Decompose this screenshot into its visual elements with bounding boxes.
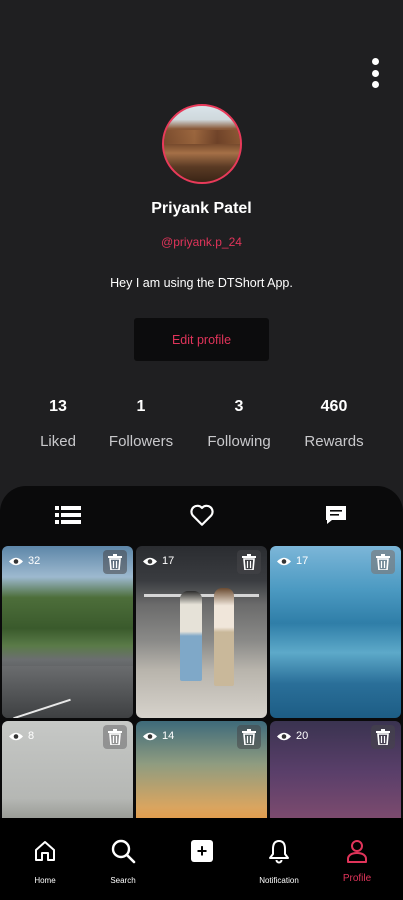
search-icon bbox=[111, 839, 136, 864]
tab-videos[interactable] bbox=[54, 502, 82, 528]
stat-rewards[interactable]: 460 Rewards bbox=[296, 398, 372, 450]
user-icon bbox=[347, 840, 367, 863]
eye-icon bbox=[143, 732, 157, 740]
video-thumbnail[interactable]: 32 bbox=[2, 546, 133, 718]
tab-liked[interactable] bbox=[188, 502, 216, 528]
view-count-value: 17 bbox=[162, 555, 175, 567]
nav-label: Home bbox=[34, 876, 56, 885]
nav-label: Search bbox=[110, 876, 136, 885]
stat-value: 13 bbox=[49, 398, 67, 415]
bottom-navigation: Home Search + Notification Profile bbox=[0, 818, 403, 900]
stat-label: Followers bbox=[108, 433, 174, 450]
view-count-value: 17 bbox=[296, 555, 309, 567]
trash-icon bbox=[376, 554, 390, 570]
message-icon bbox=[326, 506, 346, 524]
eye-icon bbox=[9, 557, 23, 565]
trash-icon bbox=[242, 729, 256, 745]
stat-value: 460 bbox=[320, 398, 348, 415]
delete-button[interactable] bbox=[103, 725, 127, 749]
stat-label: Following bbox=[207, 433, 271, 450]
delete-button[interactable] bbox=[237, 725, 261, 749]
view-count-value: 32 bbox=[28, 555, 41, 567]
trash-icon bbox=[242, 554, 256, 570]
stat-liked[interactable]: 13 Liked bbox=[22, 398, 94, 450]
nav-label: Notification bbox=[259, 876, 299, 885]
view-count-value: 8 bbox=[28, 730, 35, 742]
list-icon bbox=[55, 506, 81, 524]
profile-stats: 13 Liked 1 Followers 3 Following 460 Rew… bbox=[0, 398, 403, 458]
avatar[interactable] bbox=[162, 104, 242, 184]
edit-profile-button[interactable]: Edit profile bbox=[134, 318, 269, 361]
delete-button[interactable] bbox=[371, 550, 395, 574]
nav-notification[interactable]: Notification bbox=[244, 836, 314, 885]
bell-icon bbox=[269, 840, 289, 864]
plus-icon: + bbox=[191, 840, 213, 862]
nav-profile[interactable]: Profile bbox=[322, 836, 392, 884]
eye-icon bbox=[277, 732, 291, 740]
stat-value: 1 bbox=[136, 398, 146, 415]
profile-handle: @priyank.p_24 bbox=[161, 235, 242, 249]
stat-label: Liked bbox=[40, 433, 76, 450]
view-count: 32 bbox=[8, 555, 40, 567]
delete-button[interactable] bbox=[237, 550, 261, 574]
dot bbox=[371, 69, 379, 77]
dot bbox=[371, 81, 379, 88]
view-count: 14 bbox=[142, 730, 174, 742]
heart-icon bbox=[190, 504, 214, 526]
delete-button[interactable] bbox=[103, 550, 127, 574]
view-count: 17 bbox=[276, 555, 308, 567]
profile-bio: Hey I am using the DTShort App. bbox=[110, 276, 293, 290]
road-shape bbox=[2, 666, 133, 718]
dancer-figure bbox=[214, 588, 234, 686]
profile-name: Priyank Patel bbox=[151, 200, 252, 217]
nav-search[interactable]: Search bbox=[88, 836, 158, 885]
tab-comments[interactable] bbox=[322, 502, 350, 528]
view-count-value: 14 bbox=[162, 730, 175, 742]
view-count: 20 bbox=[276, 730, 308, 742]
trash-icon bbox=[108, 729, 122, 745]
nav-home[interactable]: Home bbox=[10, 836, 80, 885]
stat-label: Rewards bbox=[304, 433, 364, 450]
view-count: 8 bbox=[8, 730, 34, 742]
eye-icon bbox=[277, 557, 291, 565]
view-count-value: 20 bbox=[296, 730, 309, 742]
video-thumbnail[interactable]: 17 bbox=[136, 546, 267, 718]
video-thumbnail[interactable]: 17 bbox=[270, 546, 401, 718]
stat-followers[interactable]: 1 Followers bbox=[100, 398, 182, 450]
more-options-icon[interactable] bbox=[365, 58, 385, 88]
dot bbox=[371, 58, 379, 65]
nav-label: Profile bbox=[342, 873, 372, 884]
eye-icon bbox=[143, 557, 157, 565]
stat-value: 3 bbox=[234, 398, 244, 415]
content-tabs bbox=[0, 486, 403, 544]
trash-icon bbox=[108, 554, 122, 570]
view-count: 17 bbox=[142, 555, 174, 567]
stat-following[interactable]: 3 Following bbox=[198, 398, 280, 450]
nav-add[interactable]: + bbox=[167, 836, 237, 866]
eye-icon bbox=[9, 732, 23, 740]
delete-button[interactable] bbox=[371, 725, 395, 749]
home-icon bbox=[35, 841, 55, 861]
trash-icon bbox=[376, 729, 390, 745]
dancer-figure bbox=[180, 591, 202, 681]
